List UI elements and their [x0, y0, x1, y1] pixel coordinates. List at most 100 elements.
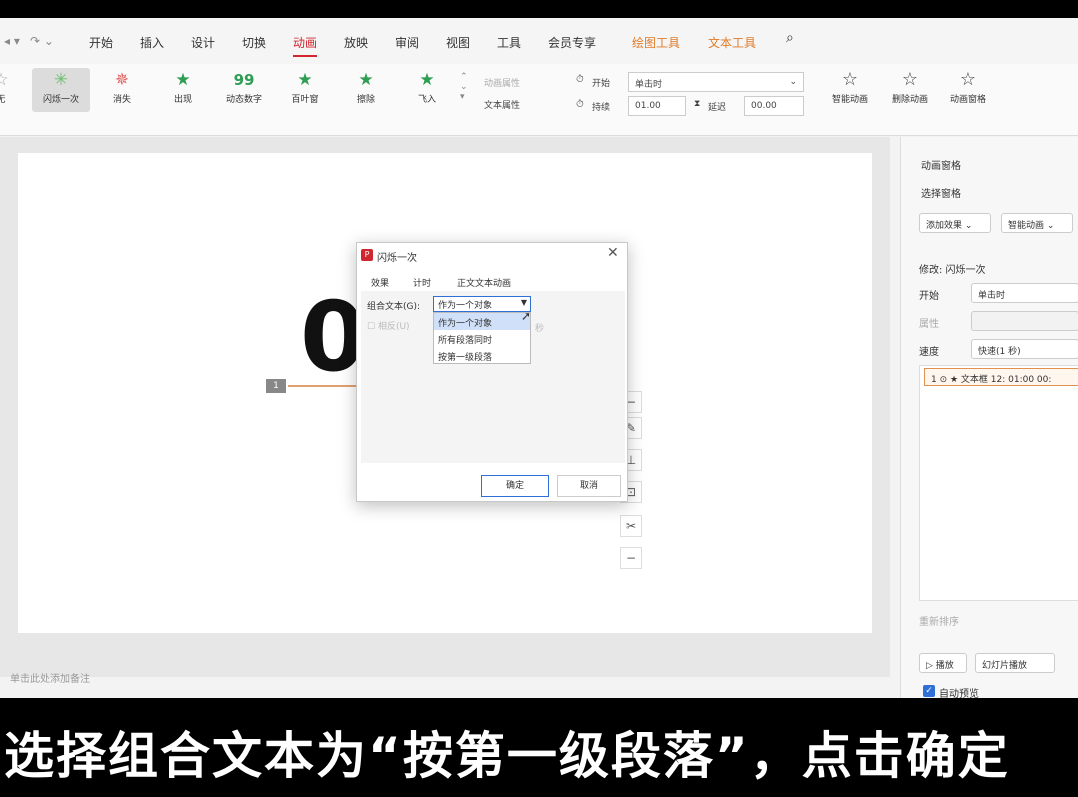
animation-pane: 动画窗格 选择窗格 添加效果 ⌄ 智能动画 ⌄ 修改: 闪烁一次 开始 单击时 …	[900, 137, 1078, 698]
star-blinds-icon: ★	[297, 70, 313, 90]
tab-text-animation[interactable]: 正文文本动画	[457, 276, 511, 289]
burst-icon: ✵	[114, 70, 130, 90]
tab-animation[interactable]: 动画	[293, 34, 318, 57]
pane-prop-select[interactable]	[971, 311, 1078, 331]
star-fly-icon: ★	[419, 70, 435, 90]
duration-clock-icon: ⏱	[576, 99, 584, 110]
effect-wipe[interactable]: ★ 擦除	[337, 68, 395, 112]
star-outline-icon: ☆	[841, 69, 859, 90]
minus-icon[interactable]: −	[620, 547, 642, 569]
quick-access-icon[interactable]: ◂ ▾	[4, 34, 20, 48]
start-label: 开始	[592, 79, 611, 89]
reorder-label: 重新排序	[919, 617, 959, 628]
effect-options-dialog: P 闪烁一次 ✕ 效果 计时 正文文本动画 组合文本(G): 作为一个对象 ▼ …	[356, 242, 628, 502]
notes-placeholder[interactable]: 单击此处添加备注	[10, 670, 90, 685]
pane-speed-label: 速度	[919, 347, 939, 358]
animation-ribbon: ☆ 无 ✳ 闪烁一次 ✵ 消失 ★ 出现 99 动态数字 ★ 百叶窗 ★ 擦除 …	[0, 64, 1078, 136]
pane-title[interactable]: 动画窗格	[921, 157, 961, 172]
tab-member[interactable]: 会员专享	[548, 34, 596, 51]
option-all-paragraphs[interactable]: 所有段落同时	[434, 330, 530, 347]
group-text-dropdown: 作为一个对象 所有段落同时 按第一级段落	[433, 312, 531, 364]
dialog-body: 组合文本(G): 作为一个对象 ▼ ☐ 相反(U) 秒 作为一个对象 所有段落同…	[361, 291, 625, 463]
effect-none[interactable]: ☆ 无	[0, 68, 30, 112]
seconds-label: 秒	[535, 324, 545, 334]
anim-props-button[interactable]: 动画属性	[484, 76, 520, 89]
tab-text-tools[interactable]: 文本工具	[708, 34, 756, 51]
play-button[interactable]: ▷ 播放	[919, 653, 967, 673]
tools-icon[interactable]: ✂	[620, 515, 642, 537]
star-icon: ★	[175, 70, 191, 90]
effect-blinds[interactable]: ★ 百叶窗	[276, 68, 334, 112]
tab-timing[interactable]: 计时	[413, 276, 431, 289]
ok-button[interactable]: 确定	[481, 475, 549, 497]
hourglass-icon: ⧗	[694, 99, 701, 109]
smart-anim-button[interactable]: ☆ 智能动画	[820, 68, 880, 105]
star-remove-icon: ☆	[901, 69, 919, 90]
group-text-select[interactable]: 作为一个对象 ▼	[433, 296, 531, 312]
tab-transition[interactable]: 切换	[242, 34, 266, 51]
reverse-checkbox[interactable]: ☐ 相反(U)	[367, 319, 410, 332]
text-props-button[interactable]: 文本属性	[484, 98, 520, 111]
anim-pane-button[interactable]: ☆ 动画窗格	[938, 68, 998, 105]
cancel-button[interactable]: 取消	[557, 475, 621, 497]
effect-fly-in[interactable]: ★ 飞入	[398, 68, 456, 112]
redo-icon[interactable]: ↷ ⌄	[30, 34, 54, 48]
smart-anim-pane-button[interactable]: 智能动画 ⌄	[1001, 213, 1073, 233]
animation-list-item[interactable]: 1 ⊙ ★ 文本框 12: 01:00 00:	[924, 368, 1078, 386]
sparkle-icon: ✳	[53, 70, 69, 90]
pane-prop-label: 属性	[919, 319, 939, 330]
duration-input[interactable]: 01.00	[628, 96, 686, 116]
tab-view[interactable]: 视图	[446, 34, 470, 51]
add-effect-button[interactable]: 添加效果 ⌄	[919, 213, 991, 233]
delay-input[interactable]: 00.00	[744, 96, 804, 116]
pane-start-label: 开始	[919, 291, 939, 302]
select-pane-link[interactable]: 选择窗格	[921, 185, 961, 200]
star-wipe-icon: ★	[358, 70, 374, 90]
subtitle-text: 选择组合文本为“按第一级段落”，点击确定	[4, 727, 1010, 785]
tab-effect[interactable]: 效果	[371, 276, 389, 289]
effect-dynamic-number[interactable]: 99 动态数字	[215, 68, 273, 112]
app-logo-icon: P	[361, 249, 373, 261]
group-text-label: 组合文本(G):	[367, 302, 421, 312]
dialog-title: 闪烁一次	[377, 253, 417, 264]
tab-drawing-tools[interactable]: 绘图工具	[632, 34, 680, 51]
star-outline-icon: ☆	[0, 70, 9, 90]
ribbon-tabs: ◂ ▾ ↷ ⌄ 开始 插入 设计 切换 动画 放映 审阅 视图 工具 会员专享 …	[0, 18, 1078, 64]
start-select[interactable]: 单击时 ⌄	[628, 72, 804, 92]
animation-order-tag: 1	[266, 379, 286, 393]
effect-flash-once[interactable]: ✳ 闪烁一次	[32, 68, 90, 112]
selection-outline	[288, 385, 358, 387]
remove-anim-button[interactable]: ☆ 删除动画	[880, 68, 940, 105]
play-icon: ▷	[926, 661, 933, 671]
pane-start-select[interactable]: 单击时	[971, 283, 1078, 303]
subtitle-bar: 选择组合文本为“按第一级段落”，点击确定	[0, 698, 1078, 797]
tab-insert[interactable]: 插入	[140, 34, 164, 51]
tab-design[interactable]: 设计	[191, 34, 215, 51]
tab-tools[interactable]: 工具	[497, 34, 521, 51]
close-icon[interactable]: ✕	[607, 245, 619, 261]
duration-label: 持续	[592, 103, 611, 113]
mouse-cursor-icon: ➚	[521, 309, 532, 323]
chevron-down-icon: ⌄	[789, 77, 797, 87]
star-pane-icon: ☆	[959, 69, 977, 90]
wps-presentation-window: ◂ ▾ ↷ ⌄ 开始 插入 设计 切换 动画 放映 审阅 视图 工具 会员专享 …	[0, 18, 1078, 698]
delay-label: 延迟	[708, 103, 727, 113]
digits-icon: 99	[233, 71, 255, 89]
tab-slideshow[interactable]: 放映	[344, 34, 368, 51]
option-first-level[interactable]: 按第一级段落	[434, 347, 530, 364]
animation-list: 1 ⊙ ★ 文本框 12: 01:00 00:	[919, 365, 1078, 601]
modify-label: 修改: 闪烁一次	[919, 265, 986, 276]
gallery-scroll-icon[interactable]: ⌃ ⌄ ▾	[460, 72, 468, 102]
dropdown-arrow-icon: ▼	[520, 298, 527, 307]
effect-appear[interactable]: ★ 出现	[154, 68, 212, 112]
video-frame: ◂ ▾ ↷ ⌄ 开始 插入 设计 切换 动画 放映 审阅 视图 工具 会员专享 …	[0, 0, 1078, 797]
auto-preview-checkbox[interactable]: ✓	[923, 685, 935, 697]
tab-home[interactable]: 开始	[89, 34, 113, 51]
search-icon[interactable]: ⌕	[786, 30, 794, 46]
option-as-one-object[interactable]: 作为一个对象	[434, 313, 530, 330]
tab-review[interactable]: 审阅	[395, 34, 419, 51]
pane-speed-select[interactable]: 快速(1 秒)	[971, 339, 1078, 359]
effect-disappear[interactable]: ✵ 消失	[93, 68, 151, 112]
auto-preview-label: 自动预览	[939, 689, 979, 698]
slideshow-button[interactable]: 幻灯片播放	[975, 653, 1055, 673]
